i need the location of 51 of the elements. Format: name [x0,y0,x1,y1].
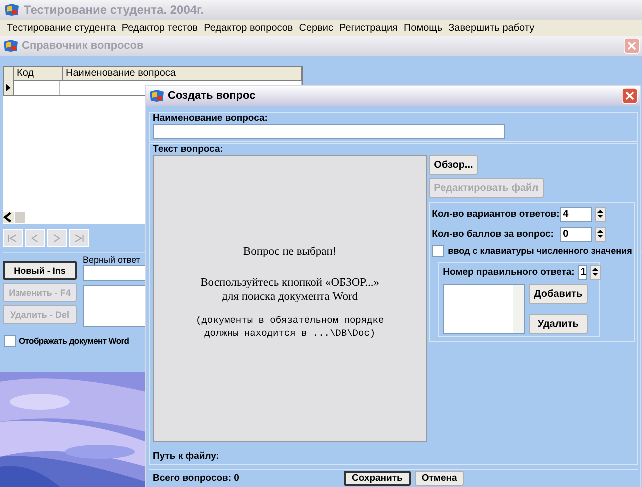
field-label: Номер правильного ответа: [443,267,575,278]
menu-item[interactable]: Помощь [404,22,443,34]
checkbox-label: ввод с клавиатуры численного значения [448,246,632,256]
browse-button[interactable]: Обзор... [429,155,478,175]
window-icon [4,3,20,17]
window-icon [149,89,165,103]
menu-item[interactable]: Редактор тестов [122,22,198,34]
close-icon[interactable] [624,38,640,54]
field-label: Кол-во баллов за вопрос: [432,229,555,240]
checkbox[interactable] [4,335,16,347]
column-header[interactable]: Наименование вопроса [63,67,302,81]
menu-item[interactable]: Сервис [299,22,334,34]
menu-item[interactable]: Редактор вопросов [204,22,294,34]
scrollbar[interactable] [513,285,524,333]
message-text: (документы в обязательном порядке должны находится в ...\DB\Doc) [196,314,384,340]
window-icon [3,39,19,53]
scroll-left-icon[interactable] [3,212,14,222]
number-field[interactable]: 0 [560,227,592,242]
scrollbar-thumb[interactable] [15,212,25,222]
close-icon[interactable] [622,88,638,104]
spin-buttons[interactable] [590,265,602,280]
field-label: Верный ответ [83,255,142,265]
column-header[interactable]: Код [14,67,63,81]
field-label: Кол-во вариантов ответов: [432,209,558,220]
number-field[interactable]: 4 [560,207,592,222]
save-button[interactable]: Сохранить [344,471,411,486]
message-text: Вопрос не выбран! [243,246,337,258]
window-title: Создать вопрос [168,90,256,102]
action-button[interactable]: Новый - Ins [3,261,77,280]
checkbox-label: Отображать документ Word [19,336,130,346]
menu-item[interactable]: Тестирование студента [7,22,116,34]
question-name-field[interactable] [153,124,505,139]
checkbox[interactable] [432,245,444,257]
right-arrow-icon [73,234,85,242]
number-field[interactable]: 1 [578,265,588,280]
menu-item[interactable]: Завершить работу [448,22,535,34]
left-arrow-icon [7,234,19,242]
menu-item[interactable]: Регистрация [340,22,398,34]
group-label: Текст вопроса: [152,144,224,155]
window-title: Тестирование студента. 2004г. [24,3,204,17]
spin-buttons[interactable] [595,227,606,242]
window-title: Справочник вопросов [22,40,144,52]
answers-list[interactable] [443,284,526,334]
question-count: Всего вопросов: 0 [152,473,240,484]
cancel-button[interactable]: Отмена [414,471,464,486]
add-button[interactable]: Добавить [529,284,588,304]
file-path-label: Путь к файлу: [153,451,220,462]
delete-button[interactable]: Удалить [529,314,588,334]
message-text: Воспользуйтесь кнопкой «ОБЗОР...» для поиска документа Word [200,276,380,304]
group-label: Наименование вопроса: [152,113,269,124]
spin-buttons[interactable] [595,207,606,222]
